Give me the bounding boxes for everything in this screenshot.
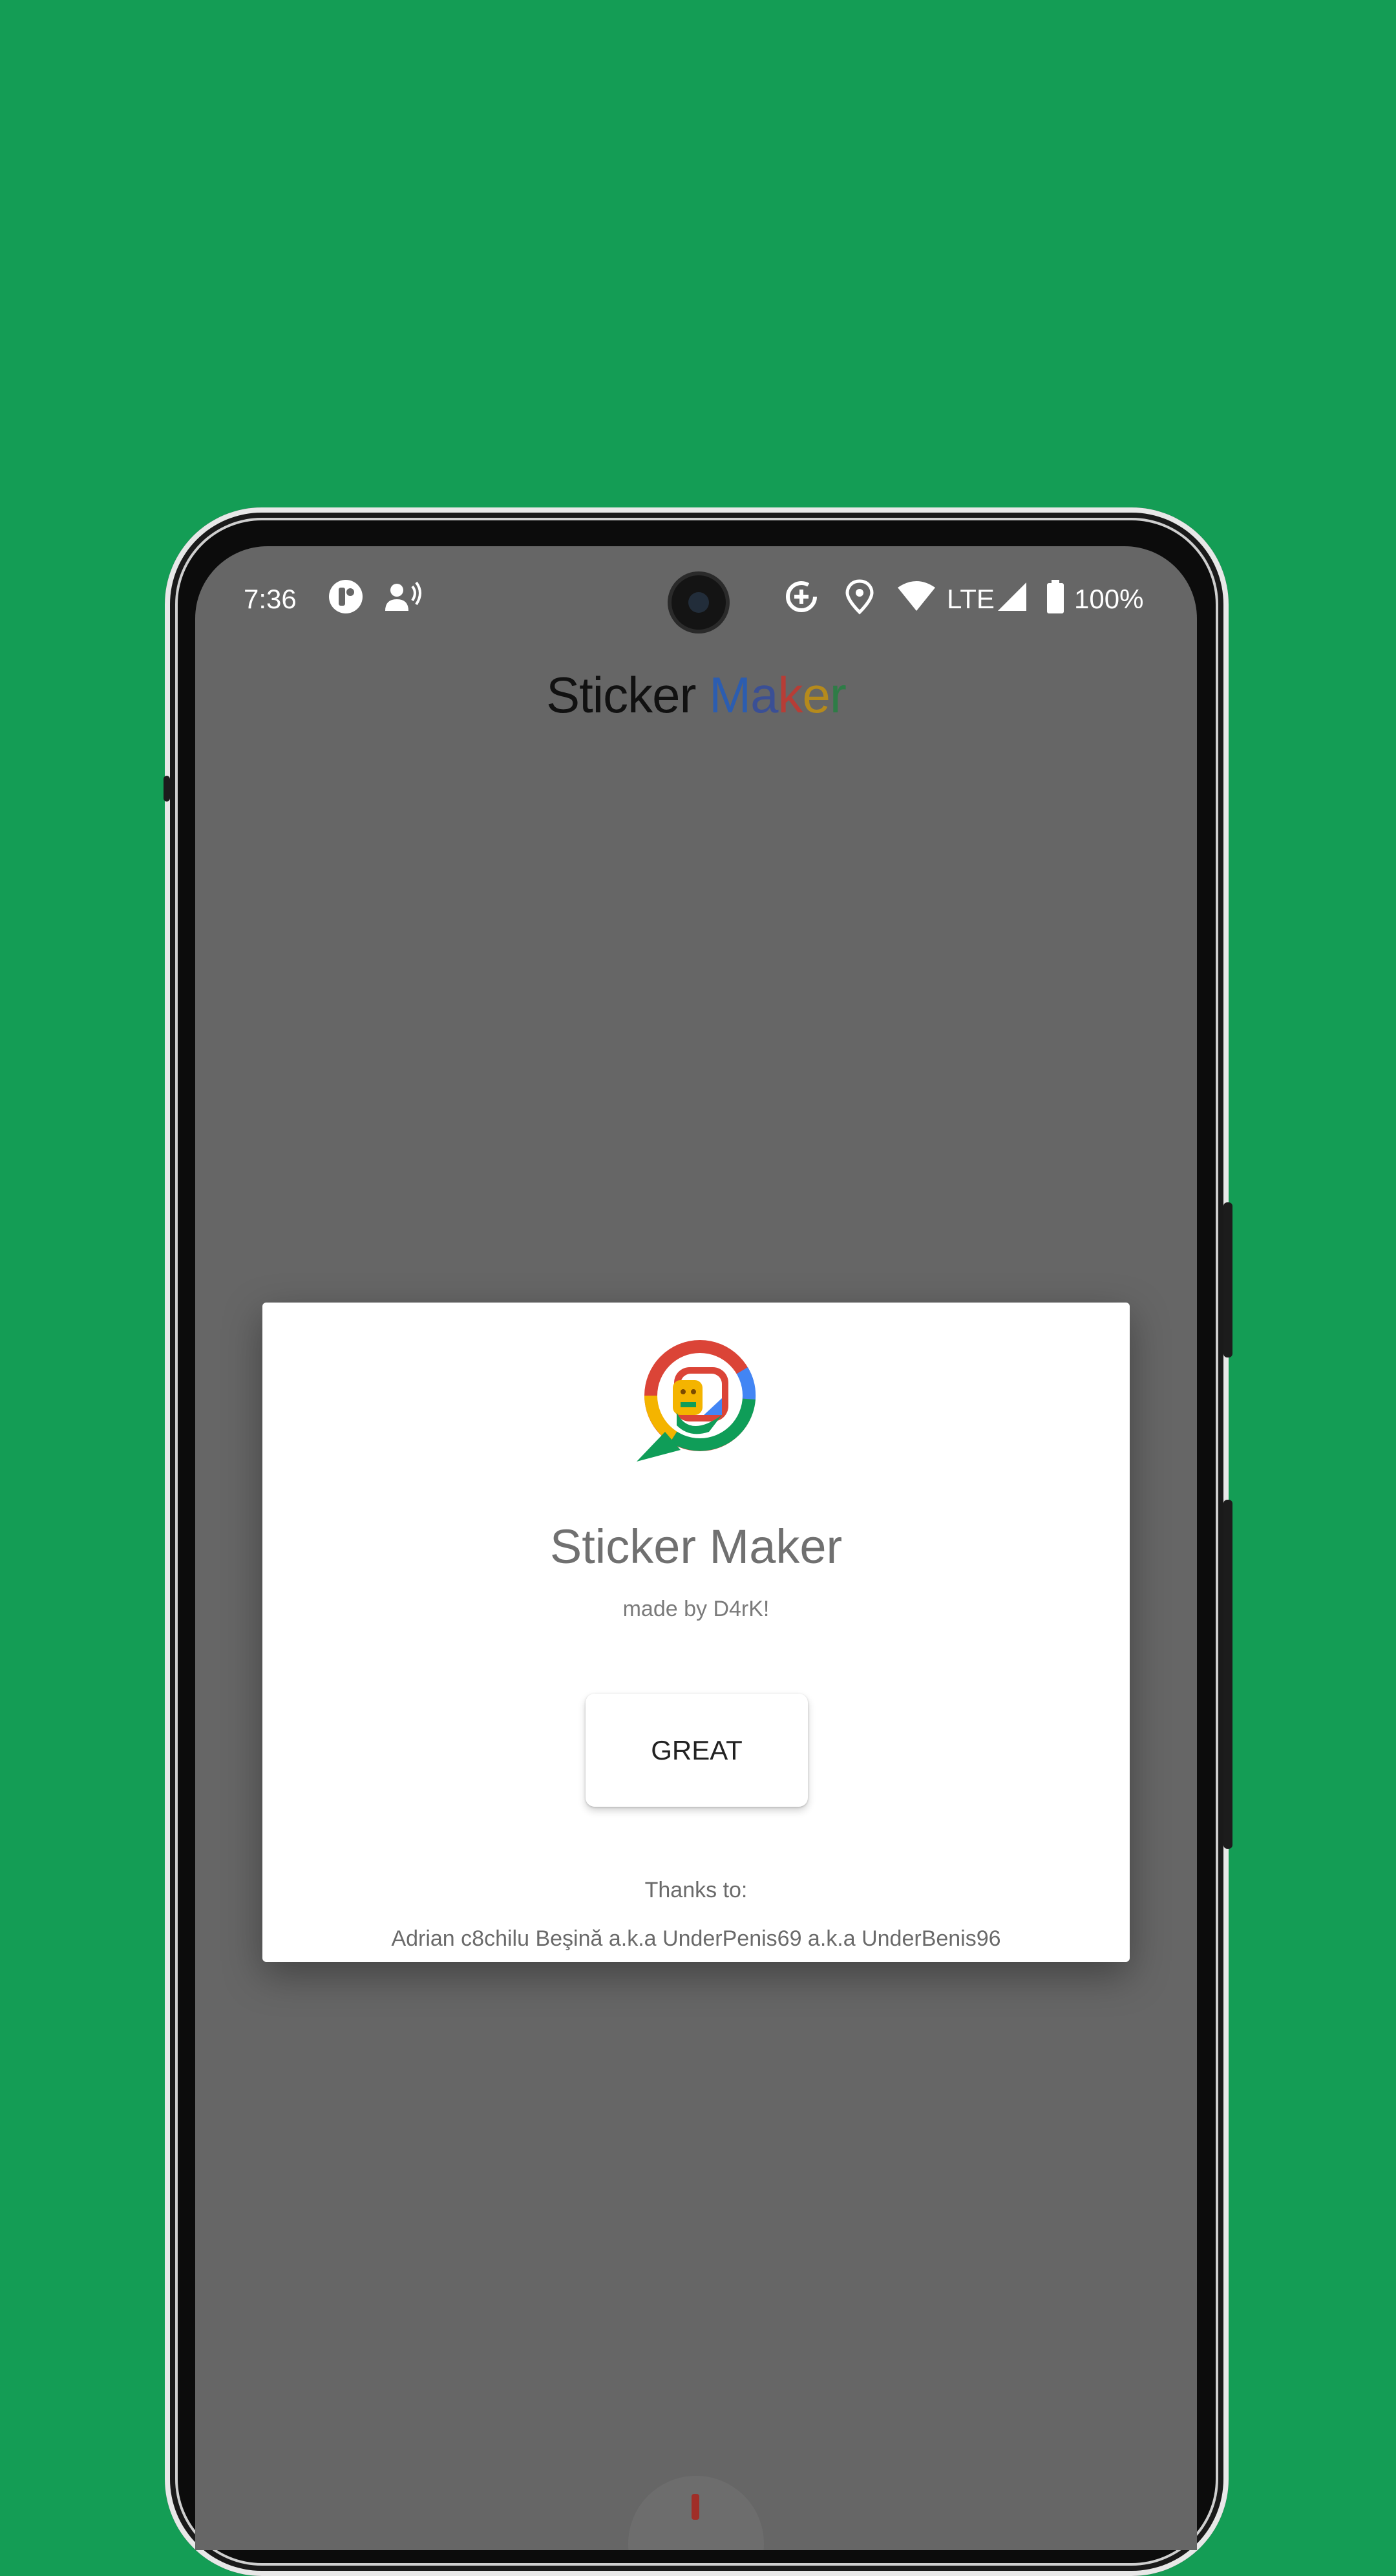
app-title-letter: e (802, 666, 830, 723)
app-title-letter: k (777, 666, 803, 723)
about-dialog: Sticker Maker made by D4rK! GREAT Thanks… (262, 1303, 1130, 1962)
sticker-maker-logo-icon (637, 1340, 756, 1462)
battery-percentage: 100% (1074, 584, 1144, 614)
app-title-letter: r (829, 666, 847, 723)
thanks-label: Thanks to: (644, 1878, 748, 1902)
cell-signal-icon (995, 579, 1029, 621)
network-type: LTE (947, 584, 995, 614)
app-title: Sticker Maker (195, 666, 1197, 725)
phone-screen: 7:36 LTE 100% Sticker Maker Sticker Make… (195, 546, 1197, 2550)
battery-icon (1046, 579, 1065, 621)
app-notification-icon (328, 579, 364, 621)
app-title-letter: a (750, 666, 778, 723)
floating-action-button[interactable] (628, 2476, 764, 2550)
front-camera (672, 575, 726, 630)
volume-button (1223, 1500, 1232, 1849)
wifi-icon (896, 579, 936, 621)
dialog-title: Sticker Maker (549, 1520, 843, 1573)
voice-assistant-icon (383, 579, 423, 621)
app-title-word2: Maker (709, 666, 847, 723)
data-saver-icon (783, 579, 820, 621)
great-button[interactable]: GREAT (586, 1694, 808, 1807)
thanks-names: Adrian c8chilu Beşină a.k.a UnderPenis69… (391, 1926, 1001, 1951)
dialog-subtitle: made by D4rK! (622, 1597, 770, 1621)
left-side-button (164, 776, 170, 802)
app-title-letter: M (709, 666, 751, 723)
location-icon (845, 579, 874, 621)
power-button (1223, 1202, 1232, 1357)
status-bar: 7:36 LTE 100% (195, 546, 1197, 656)
app-title-word1: Sticker (546, 666, 696, 723)
status-time: 7:36 (244, 584, 297, 614)
